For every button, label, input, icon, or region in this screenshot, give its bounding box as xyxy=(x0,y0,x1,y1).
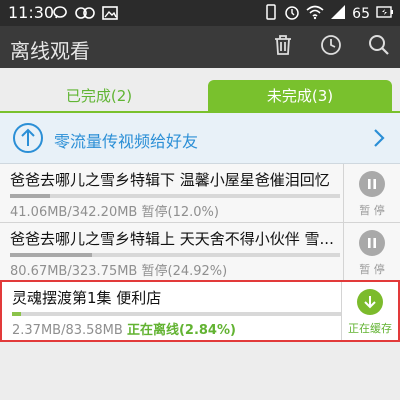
download-meta: 80.67MB/323.75MB 暂停(24.92%) xyxy=(10,260,227,279)
download-item-active[interactable]: 灵魂摆渡第1集 便利店 2.37MB/83.58MB 正在离线(2.84%) 正… xyxy=(0,280,400,342)
downloading-button[interactable]: 正在缓存 xyxy=(341,282,398,340)
download-status: 暂停(12.0%) xyxy=(141,205,219,220)
search-icon xyxy=(368,34,390,60)
pause-button[interactable]: 暂 停 xyxy=(343,223,400,281)
clock-icon xyxy=(320,34,342,60)
upload-arrow-icon xyxy=(12,122,44,158)
download-meta: 41.06MB/342.20MB 暂停(12.0%) xyxy=(10,201,219,220)
download-status: 正在离线(2.84%) xyxy=(126,323,236,338)
share-banner[interactable]: 零流量传视频给好友 xyxy=(0,113,400,164)
download-size: 2.37MB/83.58MB xyxy=(12,323,123,338)
status-bar: 11:30 65 xyxy=(0,0,400,26)
pause-icon xyxy=(359,171,385,197)
download-title: 爸爸去哪儿之雪乡特辑上 天天舍不得小伙伴 雪... xyxy=(10,230,334,248)
tab-incomplete[interactable]: 未完成(3) xyxy=(208,80,392,112)
signal-icon xyxy=(330,4,346,24)
wifi-icon xyxy=(306,4,324,24)
pause-icon xyxy=(359,230,385,256)
download-item[interactable]: 爸爸去哪儿之雪乡特辑上 天天舍不得小伙伴 雪... 80.67MB/323.75… xyxy=(0,223,400,282)
download-size: 80.67MB/323.75MB xyxy=(10,264,138,279)
tab-completed[interactable]: 已完成(2) xyxy=(0,80,198,112)
app-bar: 离线观看 xyxy=(0,26,400,68)
progress-fill xyxy=(10,253,93,257)
download-tabs: 已完成(2) 未完成(3) xyxy=(0,80,400,112)
status-notification-icons xyxy=(52,5,118,25)
download-size: 41.06MB/342.20MB xyxy=(10,205,138,220)
share-banner-text: 零流量传视频给好友 xyxy=(54,132,199,151)
battery-level: 65 xyxy=(352,6,370,22)
image-icon xyxy=(102,5,118,25)
action-label: 正在缓存 xyxy=(348,322,392,335)
delete-button[interactable] xyxy=(270,34,296,60)
infinity-icon xyxy=(74,5,96,25)
vibrate-icon xyxy=(264,4,278,24)
download-status: 暂停(24.92%) xyxy=(141,264,228,279)
download-arrow-icon xyxy=(357,289,383,315)
download-item[interactable]: 爸爸去哪儿之雪乡特辑下 温馨小屋星爸催泪回忆 41.06MB/342.20MB … xyxy=(0,164,400,223)
progress-bar xyxy=(10,253,340,257)
download-title: 灵魂摆渡第1集 便利店 xyxy=(12,289,162,307)
page-title: 离线观看 xyxy=(10,39,90,63)
progress-bar xyxy=(12,312,342,316)
download-title: 爸爸去哪儿之雪乡特辑下 温馨小屋星爸催泪回忆 xyxy=(10,171,330,189)
app-bar-actions xyxy=(270,34,392,60)
chat-icon xyxy=(52,5,68,25)
pause-button[interactable]: 暂 停 xyxy=(343,164,400,222)
progress-fill xyxy=(10,194,50,198)
status-system-icons: 65 xyxy=(264,4,394,24)
status-time: 11:30 xyxy=(8,3,55,22)
trash-icon xyxy=(273,34,293,60)
progress-fill xyxy=(12,312,22,316)
download-meta: 2.37MB/83.58MB 正在离线(2.84%) xyxy=(12,319,236,338)
search-button[interactable] xyxy=(366,34,392,60)
alarm-icon xyxy=(284,4,300,24)
history-button[interactable] xyxy=(318,34,344,60)
action-label: 暂 停 xyxy=(359,204,385,217)
chevron-right-icon xyxy=(372,127,386,153)
progress-bar xyxy=(10,194,340,198)
action-label: 暂 停 xyxy=(359,263,385,276)
battery-icon xyxy=(376,5,394,23)
